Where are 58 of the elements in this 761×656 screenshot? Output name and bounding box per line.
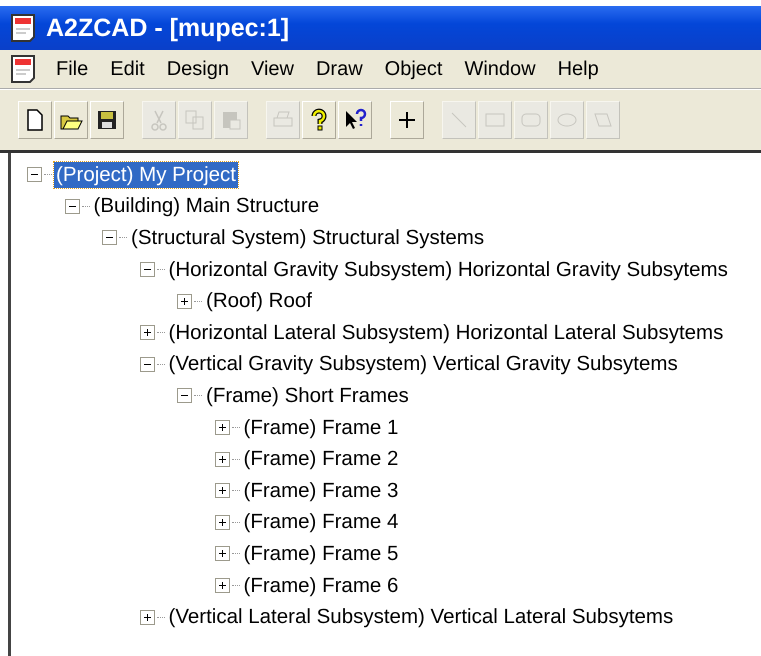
expand-toggle[interactable]	[214, 420, 230, 436]
expand-toggle[interactable]	[214, 546, 230, 562]
plus-icon	[218, 423, 226, 432]
plus-icon	[218, 454, 226, 464]
tree-item[interactable]: (Roof) Roof	[204, 288, 314, 314]
menu-item[interactable]: Help	[548, 58, 609, 80]
plus-icon	[218, 518, 226, 527]
tree-item[interactable]: (Frame) Short Frames	[204, 382, 411, 409]
document-icon	[10, 54, 38, 84]
collapse-toggle[interactable]	[64, 198, 80, 214]
plus-icon	[180, 296, 189, 306]
menu-item[interactable]: Object	[374, 58, 452, 80]
save-button[interactable]	[90, 101, 124, 139]
window-title: A2ZCAD - [mupec:1]	[46, 14, 290, 42]
collapse-toggle[interactable]	[140, 356, 154, 372]
plus-icon	[142, 328, 152, 338]
context-help-icon	[343, 108, 367, 132]
plus-button[interactable]	[390, 101, 424, 139]
menu-item[interactable]: Edit	[100, 58, 155, 80]
menu-item[interactable]: Draw	[306, 58, 373, 80]
expand-toggle[interactable]	[177, 294, 192, 309]
context-help-button[interactable]	[338, 101, 372, 139]
expand-toggle[interactable]	[140, 325, 154, 340]
tree-item[interactable]: (Horizontal Lateral Subsystem) Horizontal Lateral Subsytems	[166, 320, 726, 346]
collapse-toggle[interactable]	[177, 388, 192, 404]
tree-item[interactable]: (Horizontal Gravity Subsystem) Horizontal Gravity Subsytems	[166, 256, 730, 283]
collapse-toggle[interactable]	[102, 230, 117, 246]
tree-item[interactable]: (Project) My Project	[54, 162, 238, 188]
tree-item[interactable]: (Building) Main Structure	[92, 193, 322, 220]
menu-item[interactable]: Window	[454, 58, 546, 80]
plus-icon	[218, 581, 226, 590]
tree-item[interactable]: (Vertical Gravity Subsystem) Vertical Gravity Subsytems	[166, 351, 680, 378]
menu-item[interactable]: View	[240, 58, 304, 80]
tree-item[interactable]: (Frame) Frame 4	[242, 509, 400, 536]
expand-toggle[interactable]	[214, 483, 230, 498]
menu-item[interactable]: Design	[156, 58, 239, 80]
plus-icon	[218, 486, 226, 496]
open-button[interactable]	[54, 101, 88, 139]
tree-item[interactable]: (Frame) Frame 6	[242, 572, 400, 599]
expand-toggle[interactable]	[214, 578, 230, 594]
collapse-toggle[interactable]	[140, 262, 154, 278]
save-icon	[95, 108, 119, 132]
document-icon	[10, 13, 38, 43]
tree-item[interactable]: (Frame) Frame 3	[242, 478, 400, 504]
tree-item[interactable]: (Structural System) Structural Systems	[129, 224, 486, 251]
plus-icon	[142, 612, 152, 622]
help-button[interactable]	[302, 101, 336, 139]
tree-item[interactable]: (Frame) Frame 5	[242, 540, 400, 567]
tree-item[interactable]: (Frame) Frame 2	[242, 446, 400, 472]
expand-toggle[interactable]	[140, 610, 154, 625]
plus-icon	[218, 549, 226, 558]
expand-toggle[interactable]	[214, 452, 230, 467]
menu-item[interactable]: File	[46, 58, 98, 80]
new-button[interactable]	[18, 101, 52, 139]
tree-item[interactable]: (Frame) Frame 1	[242, 414, 400, 441]
tree-item[interactable]: (Vertical Lateral Subsystem) Vertical Lateral Subsytems	[166, 604, 676, 630]
collapse-toggle[interactable]	[27, 167, 42, 182]
expand-toggle[interactable]	[214, 514, 230, 530]
